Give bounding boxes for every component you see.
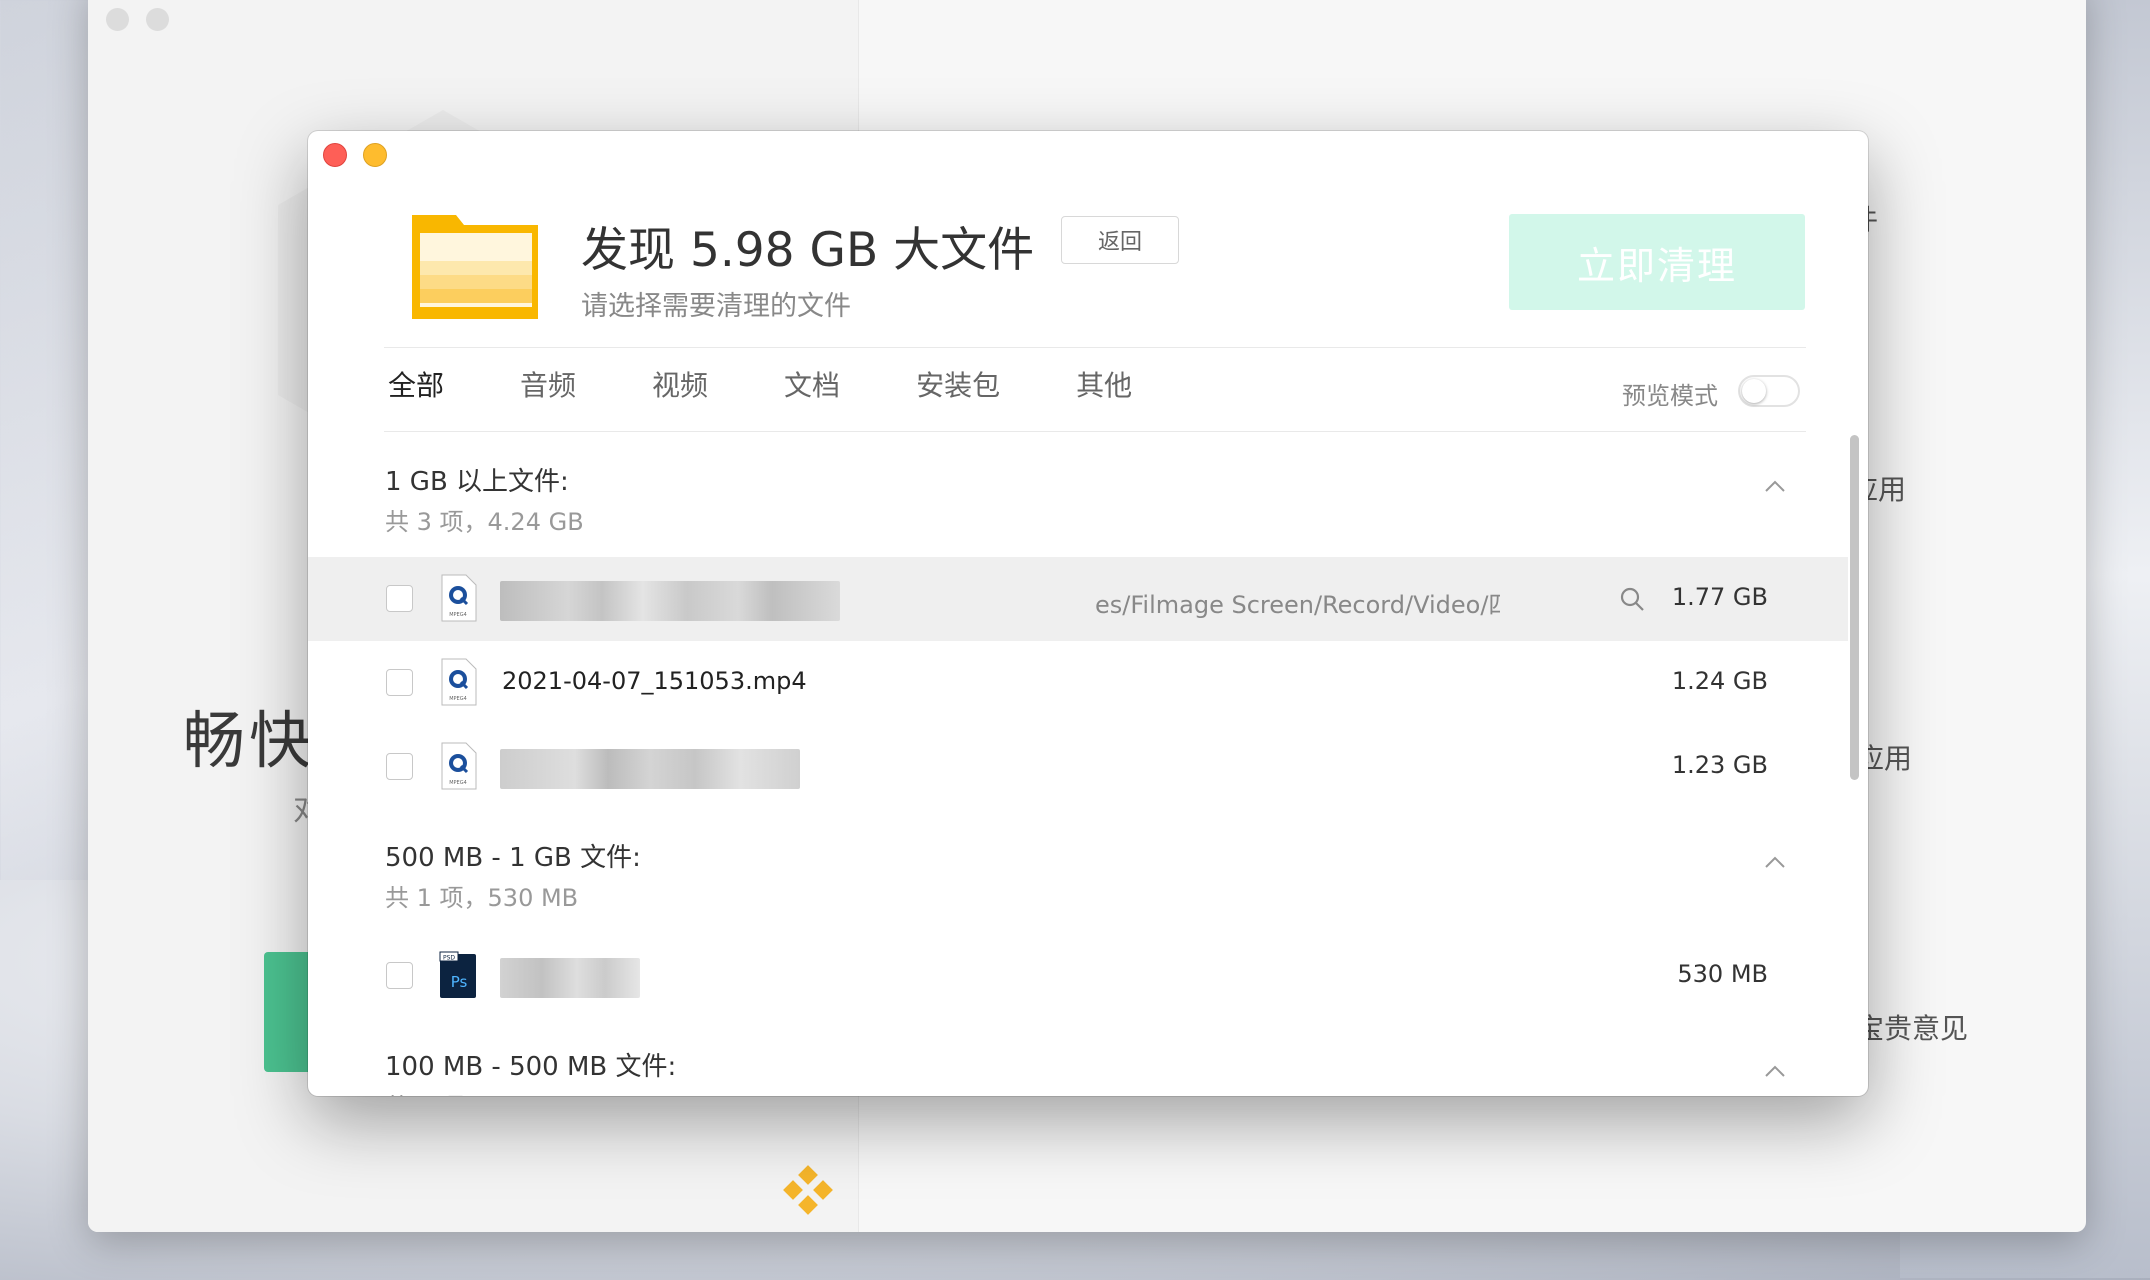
background-heading: 畅快 [183, 704, 316, 777]
window-minimize-light[interactable] [146, 8, 169, 31]
category-tabs: 全部 音频 视频 文档 安装包 其他 [388, 361, 1208, 411]
file-checkbox[interactable] [386, 585, 413, 612]
tab-other[interactable]: 其他 [1076, 361, 1132, 411]
tab-video[interactable]: 视频 [652, 361, 708, 411]
app-logo-icon [783, 1165, 833, 1215]
mpeg4-file-icon: MPEG4 [441, 658, 477, 706]
tab-audio[interactable]: 音频 [520, 361, 576, 411]
file-row[interactable]: MPEG4 es/Filmage Screen/Record/Video/四代同… [308, 557, 1848, 641]
file-list: 1 GB 以上文件: 共 3 项，4.24 GB MPEG4 es/Filmag… [308, 431, 1848, 1096]
svg-text:MPEG4: MPEG4 [449, 696, 467, 702]
minimize-window-button[interactable] [363, 143, 387, 167]
window-close-light[interactable] [106, 8, 129, 31]
scrollbar-thumb[interactable] [1850, 435, 1859, 780]
svg-text:MPEG4: MPEG4 [449, 780, 467, 786]
back-button[interactable]: 返回 [1061, 216, 1179, 264]
tab-documents[interactable]: 文档 [784, 361, 840, 411]
blurred-file-name [500, 958, 640, 998]
background-right-text: 宝贵意见 [1856, 1012, 1969, 1045]
file-row[interactable]: MPEG4 2021-04-07_151053.mp4 1.24 GB [308, 641, 1848, 725]
search-icon[interactable] [1618, 585, 1646, 613]
preview-mode-label: 预览模式 [1622, 382, 1718, 410]
group-meta: 共 2 项，1.04 GB [385, 1087, 584, 1096]
file-size: 1.77 GB [1671, 583, 1768, 611]
group-title: 100 MB - 500 MB 文件: [385, 1052, 677, 1082]
file-path: es/Filmage Screen/Record/Video/四代同堂-后 [1095, 591, 1500, 619]
file-checkbox[interactable] [386, 962, 413, 989]
preview-mode-toggle[interactable] [1738, 375, 1800, 407]
clean-now-button[interactable]: 立即清理 [1509, 214, 1805, 310]
divider [384, 347, 1806, 348]
file-size: 1.23 GB [1671, 751, 1768, 779]
file-name: 2021-04-07_151053.mp4 [502, 667, 807, 695]
tab-installers[interactable]: 安装包 [916, 361, 1000, 411]
scan-result-subline: 请选择需要清理的文件 [581, 291, 851, 322]
group-title: 500 MB - 1 GB 文件: [385, 843, 641, 873]
file-size: 1.24 GB [1671, 667, 1768, 695]
tab-all[interactable]: 全部 [388, 361, 444, 411]
toggle-knob [1742, 379, 1766, 403]
blurred-file-name [500, 581, 840, 621]
mpeg4-file-icon: MPEG4 [441, 742, 477, 790]
chevron-up-icon[interactable] [1763, 475, 1787, 499]
group-meta: 共 1 项，530 MB [385, 884, 579, 912]
chevron-up-icon[interactable] [1763, 851, 1787, 875]
file-size: 530 MB [1677, 960, 1768, 988]
close-window-button[interactable] [323, 143, 347, 167]
svg-text:PSD: PSD [443, 955, 455, 962]
chevron-up-icon[interactable] [1763, 1060, 1787, 1084]
psd-file-icon: PSD Ps [439, 951, 476, 998]
file-row[interactable]: PSD Ps 530 MB [308, 934, 1848, 1018]
svg-text:MPEG4: MPEG4 [449, 612, 467, 618]
mpeg4-file-icon: MPEG4 [441, 574, 477, 622]
blurred-file-name [500, 749, 800, 789]
scan-result-headline: 发现 5.98 GB 大文件 [581, 223, 1035, 278]
svg-text:Ps: Ps [451, 973, 468, 991]
folder-icon [412, 215, 538, 319]
file-checkbox[interactable] [386, 669, 413, 696]
large-files-dialog: 发现 5.98 GB 大文件 请选择需要清理的文件 返回 立即清理 全部 音频 … [308, 131, 1868, 1096]
group-title: 1 GB 以上文件: [385, 467, 569, 497]
file-checkbox[interactable] [386, 753, 413, 780]
file-row[interactable]: MPEG4 1.23 GB [308, 725, 1848, 809]
group-meta: 共 3 项，4.24 GB [385, 508, 584, 536]
